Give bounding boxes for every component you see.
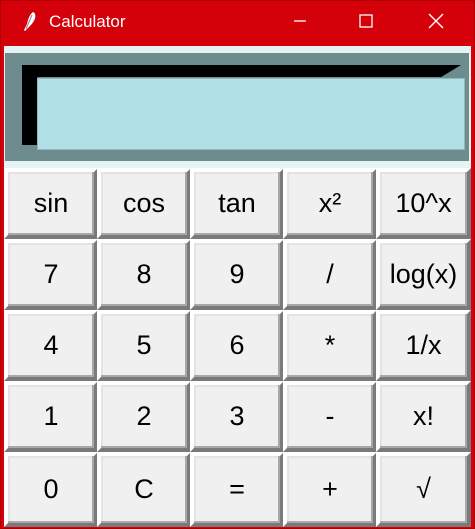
- power-of-ten-button[interactable]: 10^x: [376, 168, 471, 239]
- digit-6-button[interactable]: 6: [190, 310, 284, 381]
- minimize-icon: [293, 14, 307, 33]
- add-button[interactable]: +: [283, 452, 377, 527]
- reciprocal-button[interactable]: 1/x: [376, 310, 471, 381]
- tan-button[interactable]: tan: [190, 168, 284, 239]
- digit-9-button[interactable]: 9: [190, 239, 284, 310]
- minimize-button[interactable]: [277, 1, 323, 45]
- multiply-button[interactable]: *: [283, 310, 377, 381]
- digit-2-button[interactable]: 2: [97, 381, 191, 452]
- keypad: sin cos tan x² 10^x 7 8 9 / log(x) 4 5 6…: [4, 168, 471, 527]
- divide-button[interactable]: /: [283, 239, 377, 310]
- window-title: Calculator: [49, 12, 126, 31]
- digit-5-button[interactable]: 5: [97, 310, 191, 381]
- digit-0-button[interactable]: 0: [4, 452, 98, 527]
- client-area: sin cos tan x² 10^x 7 8 9 / log(x) 4 5 6…: [4, 46, 471, 527]
- clear-button[interactable]: C: [97, 452, 191, 527]
- close-button[interactable]: [413, 1, 459, 45]
- digit-8-button[interactable]: 8: [97, 239, 191, 310]
- sin-button[interactable]: sin: [4, 168, 98, 239]
- subtract-button[interactable]: -: [283, 381, 377, 452]
- cos-button[interactable]: cos: [97, 168, 191, 239]
- digit-4-button[interactable]: 4: [4, 310, 98, 381]
- close-icon: [428, 13, 444, 34]
- factorial-button[interactable]: x!: [376, 381, 471, 452]
- digit-3-button[interactable]: 3: [190, 381, 284, 452]
- digit-1-button[interactable]: 1: [4, 381, 98, 452]
- title-bar[interactable]: Calculator: [1, 1, 474, 45]
- digit-7-button[interactable]: 7: [4, 239, 98, 310]
- maximize-icon: [359, 13, 373, 33]
- maximize-button[interactable]: [343, 1, 389, 45]
- log-button[interactable]: log(x): [376, 239, 471, 310]
- square-button[interactable]: x²: [283, 168, 377, 239]
- calculator-window: Calculator sin cos tan x² 10^x 7 8 9 / l…: [0, 0, 475, 529]
- square-root-button[interactable]: √: [376, 452, 471, 527]
- display-entry[interactable]: [37, 78, 465, 150]
- equals-button[interactable]: =: [190, 452, 284, 527]
- feather-icon: [19, 11, 39, 33]
